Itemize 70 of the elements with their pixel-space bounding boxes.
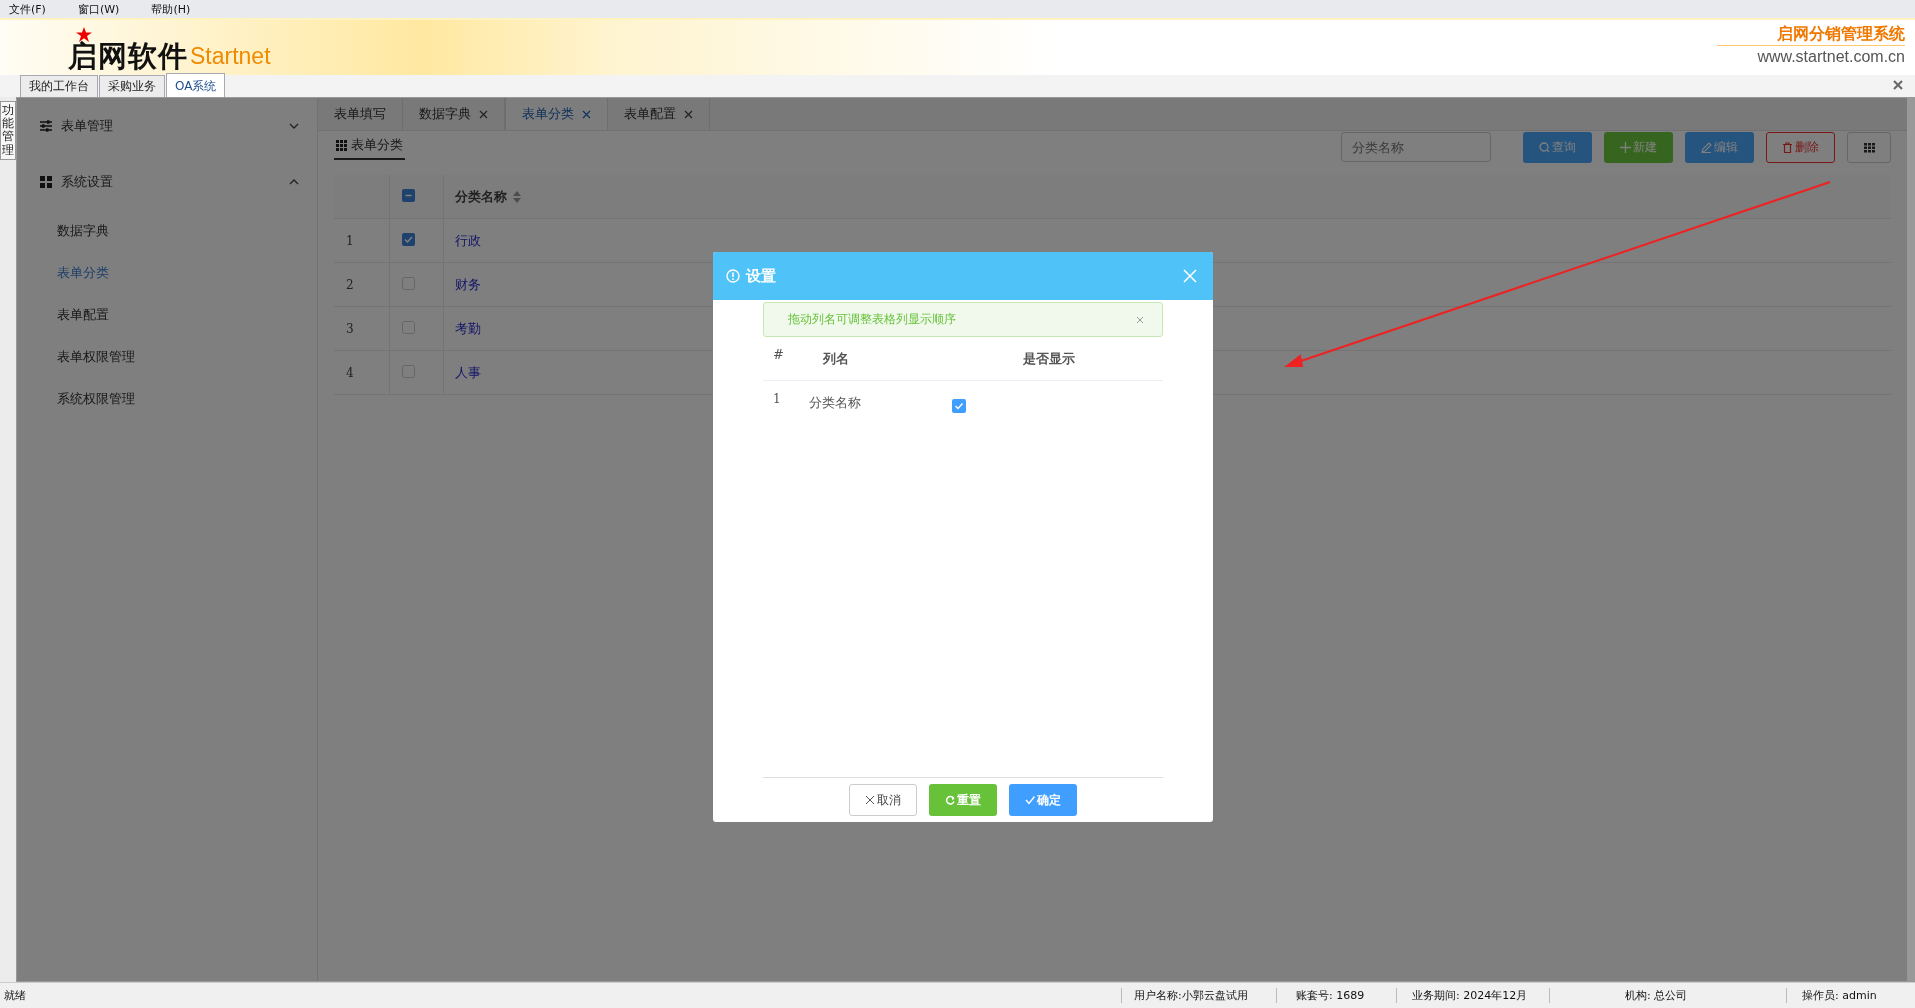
row-number: 1 (346, 233, 354, 248)
website-url: www.startnet.com.cn (1757, 48, 1905, 66)
trash-icon (1782, 141, 1793, 153)
module-tab[interactable]: 我的工作台 (20, 75, 98, 97)
row-number: 4 (346, 365, 354, 380)
side-tab[interactable]: 功能管理 (0, 101, 16, 160)
sidebar-item[interactable]: 表单配置 (17, 294, 317, 336)
module-tab[interactable]: OA系统 (166, 73, 226, 97)
category-link[interactable]: 人事 (454, 364, 481, 380)
sidebar-item[interactable]: 数据字典 (17, 210, 317, 252)
close-icon[interactable] (1893, 80, 1903, 90)
checkbox[interactable] (401, 320, 415, 334)
reset-button[interactable]: 重置 (929, 784, 997, 816)
star-icon (76, 27, 92, 42)
category-link[interactable]: 行政 (454, 232, 481, 248)
logo-wordmark: Startnet (190, 43, 271, 70)
sidebar-item[interactable]: 系统权限管理 (17, 378, 317, 420)
checkbox[interactable] (401, 188, 415, 202)
status-field: 业务期间: 2024年12月 (1396, 988, 1549, 1003)
row-number: 1 (772, 392, 782, 406)
edit-button[interactable]: 编辑 (1685, 131, 1754, 163)
checkbox[interactable] (952, 399, 966, 413)
close-icon[interactable] (1136, 315, 1144, 324)
close-icon (865, 795, 875, 805)
row-number: 2 (346, 277, 354, 292)
pencil-icon (1701, 141, 1712, 153)
status-field: 操作员: admin (1786, 988, 1915, 1003)
column-header: 列名 (823, 349, 850, 368)
sidebar-group[interactable]: 系统设置 (17, 154, 317, 210)
status-text: 就绪 (3, 988, 27, 1003)
category-link[interactable]: 考勤 (454, 320, 481, 336)
status-field: 用户名称:小郭云盘试用 (1121, 988, 1276, 1003)
checkbox[interactable] (401, 232, 415, 246)
grid-icon (336, 139, 347, 151)
page-tab[interactable]: 表单分类 (505, 98, 608, 130)
row-number: 3 (346, 321, 354, 336)
info-icon (726, 269, 740, 283)
sidebar-item[interactable]: 表单权限管理 (17, 336, 317, 378)
column-header: 是否显示 (1023, 349, 1075, 368)
column-header: 分类名称 (454, 187, 507, 206)
status-field: 账套号: 1689 (1276, 988, 1396, 1003)
cancel-button[interactable]: 取消 (849, 784, 917, 816)
sidebar-item[interactable]: 表单分类 (17, 252, 317, 294)
column-header: # (772, 347, 785, 362)
section-title: 表单分类 (334, 134, 405, 160)
search-field[interactable]: 分类名称 (1341, 132, 1491, 162)
grid-icon (1863, 141, 1875, 153)
check-icon (1025, 795, 1035, 805)
grid-icon (39, 175, 53, 189)
delete-button[interactable]: 删除 (1766, 131, 1835, 163)
sliders-icon (39, 119, 53, 133)
category-link[interactable]: 财务 (454, 276, 481, 292)
menu-item[interactable]: 帮助(H) (150, 1, 192, 17)
search-icon (1539, 141, 1550, 153)
product-name: 启网分销管理系统 (1717, 24, 1905, 46)
confirm-button[interactable]: 确定 (1009, 784, 1077, 816)
alert-message: 拖动列名可调整表格列显示顺序 (788, 311, 957, 328)
status-field: 机构: 总公司 (1549, 988, 1786, 1003)
checkbox[interactable] (401, 276, 415, 290)
logo-text: 启网软件 (68, 42, 188, 71)
checkbox[interactable] (401, 364, 415, 378)
plus-icon (1620, 141, 1631, 153)
column-name: 分类名称 (809, 394, 862, 412)
column-settings-button[interactable] (1847, 131, 1891, 163)
sidebar-group[interactable]: 表单管理 (17, 98, 317, 154)
refresh-icon (945, 795, 955, 805)
menu-item[interactable]: 文件(F) (8, 1, 47, 17)
dialog-title: 设置 (746, 266, 777, 286)
module-tab[interactable]: 采购业务 (99, 75, 165, 97)
menu-item[interactable]: 窗口(W) (76, 1, 121, 17)
